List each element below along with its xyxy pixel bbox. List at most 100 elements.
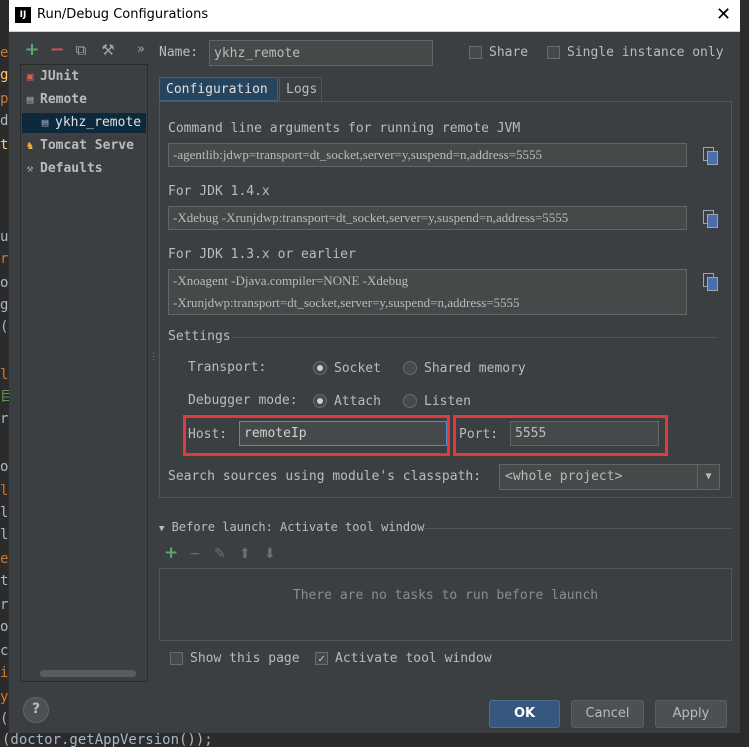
name-label: Name: — [159, 45, 199, 60]
jdk13-label: For JDK 1.3.x or earlier — [168, 247, 356, 262]
classpath-select[interactable]: <whole project> ▼ — [499, 464, 720, 490]
debugger-listen-label: Listen — [424, 394, 471, 409]
settings-label: Settings — [168, 329, 231, 344]
copy-icon[interactable] — [699, 144, 720, 165]
wrench-icon[interactable]: ⚒ — [100, 42, 116, 58]
name-field[interactable] — [209, 40, 433, 66]
tree-scrollbar[interactable] — [40, 670, 136, 677]
remove-icon[interactable]: − — [49, 41, 65, 59]
config-tree: ▣ JUnit ▤ Remote ▤ ykhz_remote ♞ Tomcat Serv… — [20, 64, 148, 682]
chevron-down-icon[interactable]: ▼ — [697, 465, 719, 489]
editor-glyph: t — [0, 573, 9, 589]
jdk13-field[interactable]: -Xnoagent -Djava.compiler=NONE -Xdebug -… — [168, 269, 687, 315]
tasks-list — [159, 568, 732, 641]
editor-glyph: g — [0, 297, 9, 313]
tree-item-defaults[interactable]: ⚒ Defaults — [23, 159, 103, 179]
edit-task-icon: ✎ — [214, 546, 226, 562]
transport-shared-memory-label: Shared memory — [424, 361, 526, 376]
show-page-label: Show this page — [190, 651, 300, 666]
settings-separator — [232, 337, 717, 338]
jdk13-line: -Xnoagent -Djava.compiler=NONE -Xdebug — [173, 273, 409, 288]
editor-glyph: y — [0, 689, 9, 705]
copy-icon[interactable]: ⧉ — [73, 42, 89, 58]
debugger-attach-radio[interactable] — [313, 394, 327, 408]
debugger-listen-radio[interactable] — [403, 394, 417, 408]
jdk14-field[interactable]: -Xdebug -Xrunjdwp:transport=dt_socket,se… — [168, 206, 687, 230]
editor-glyph: u — [0, 229, 9, 245]
wrench-icon: ⚒ — [26, 162, 34, 175]
editor-glyph: r — [0, 411, 9, 427]
single-instance-checkbox[interactable] — [547, 46, 560, 59]
tree-item-junit[interactable]: ▣ JUnit — [23, 67, 79, 87]
move-up-icon: ⬆ — [239, 546, 251, 562]
copy-icon[interactable] — [699, 207, 720, 228]
classpath-label: Search sources using module's classpath: — [168, 469, 482, 484]
editor-glyph: l — [0, 527, 9, 543]
share-checkbox[interactable] — [469, 46, 482, 59]
remote-config-icon: ▤ — [41, 116, 49, 129]
transport-shared-memory-radio[interactable] — [403, 361, 417, 375]
host-label: Host: — [188, 427, 228, 442]
tree-item-label: Tomcat Serve — [40, 138, 134, 153]
junit-icon: ▣ — [26, 70, 34, 83]
editor-glyph: t — [0, 137, 9, 153]
jdk14-label: For JDK 1.4.x — [168, 184, 270, 199]
before-launch-separator — [423, 528, 732, 529]
cmdline-field[interactable]: -agentlib:jdwp=transport=dt_socket,serve… — [168, 143, 687, 167]
tree-item-remote[interactable]: ▤ Remote — [23, 90, 87, 110]
editor-glyph: l — [0, 483, 9, 499]
share-label: Share — [489, 45, 529, 60]
transport-label: Transport: — [188, 360, 267, 375]
editor-glyph: l — [0, 505, 9, 521]
intellij-icon: IJ — [15, 7, 31, 23]
tab-logs[interactable]: Logs — [279, 77, 322, 101]
jdk13-line: -Xrunjdwp:transport=dt_socket,server=y,s… — [173, 295, 520, 310]
editor-glyph: c — [0, 643, 9, 659]
editor-glyph: d — [0, 113, 9, 129]
add-icon[interactable]: + — [24, 41, 40, 59]
editor-glyph: r — [0, 251, 9, 267]
tree-item-label: ykhz_remote — [55, 115, 142, 130]
editor-glyph: l — [0, 367, 9, 383]
editor-glyph: o — [0, 459, 9, 475]
tab-configuration[interactable]: Configuration — [159, 77, 278, 101]
activate-tool-checkbox[interactable]: ✓ — [315, 652, 328, 665]
cancel-button[interactable]: Cancel — [571, 700, 644, 728]
close-icon[interactable]: ✕ — [716, 4, 731, 25]
port-field[interactable] — [510, 421, 659, 446]
show-page-checkbox[interactable] — [170, 652, 183, 665]
host-field[interactable] — [239, 421, 447, 446]
tree-item-tomcat[interactable]: ♞ Tomcat Serve — [23, 136, 134, 156]
triangle-down-icon: ▼ — [159, 524, 165, 534]
editor-bottom-code: (doctor.getAppVersion()); — [0, 733, 749, 747]
editor-glyph: e — [0, 551, 9, 567]
help-button[interactable]: ? — [23, 697, 49, 723]
apply-button[interactable]: Apply — [655, 700, 727, 728]
before-launch-header: Before launch: Activate tool window — [171, 520, 425, 534]
activate-tool-label: Activate tool window — [335, 651, 492, 666]
debugger-mode-label: Debugger mode: — [188, 393, 298, 408]
tree-item-label: JUnit — [40, 69, 80, 84]
transport-socket-radio[interactable] — [313, 361, 327, 375]
before-launch-toggle[interactable]: ▼ Before launch: Activate tool window — [159, 520, 425, 534]
ok-button[interactable]: OK — [489, 700, 560, 728]
editor-glyph: r — [0, 597, 9, 613]
window-title: Run/Debug Configurations — [37, 7, 209, 22]
tasks-empty-text: There are no tasks to run before launch — [292, 588, 599, 603]
add-task-icon[interactable]: + — [164, 543, 178, 563]
editor-glyph: o — [0, 275, 9, 291]
splitter-handle[interactable]: ⋮ — [149, 352, 158, 366]
editor-glyph: ( — [0, 711, 9, 727]
more-icon[interactable]: » — [133, 42, 149, 58]
move-down-icon: ⬇ — [264, 546, 276, 562]
tree-item-ykhz-remote[interactable]: ▤ ykhz_remote — [22, 113, 146, 133]
copy-icon[interactable] — [699, 270, 720, 291]
remote-icon: ▤ — [26, 93, 34, 106]
tomcat-icon: ♞ — [26, 139, 34, 152]
classpath-value: <whole project> — [505, 469, 623, 484]
editor-glyph: o — [0, 619, 9, 635]
editor-margin: e g p d t u r o g ( l 目 r o l l l e t r … — [0, 0, 14, 747]
remove-task-icon: − — [189, 546, 201, 562]
tree-item-label: Remote — [40, 92, 87, 107]
transport-socket-label: Socket — [334, 361, 381, 376]
